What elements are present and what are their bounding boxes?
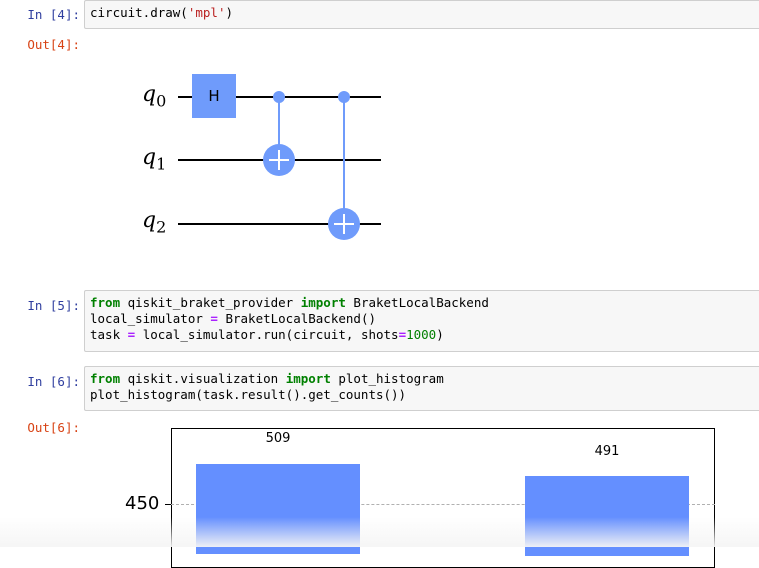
code-line: circuit.draw('mpl') <box>90 5 234 20</box>
out-prompt-6: Out[6]: <box>27 420 80 435</box>
code-line: task = local_simulator.run(circuit, shot… <box>90 327 444 342</box>
histogram-bar <box>525 476 689 556</box>
ytick-label-450: 450 <box>125 493 160 514</box>
bar-value-label: 509 <box>265 431 291 446</box>
ytick-mark-450 <box>165 504 171 505</box>
code-line: local_simulator = BraketLocalBackend() <box>90 311 376 326</box>
control-dot-2 <box>338 91 350 103</box>
in-prompt-5: In [5]: <box>27 298 80 313</box>
code-cell-4[interactable]: circuit.draw('mpl') <box>84 0 759 29</box>
cx-line-2 <box>343 96 345 224</box>
bar-value-label: 491 <box>594 444 620 459</box>
histogram-chart: 450 509 491 <box>100 420 759 568</box>
hadamard-gate: H <box>192 74 236 118</box>
code-cell-6[interactable]: from qiskit.visualization import plot_hi… <box>84 366 759 411</box>
qubit-label-1: q1 <box>142 145 167 174</box>
code-line: from qiskit.visualization import plot_hi… <box>90 371 444 386</box>
cx-target-2 <box>328 208 360 240</box>
qubit-label-2: q2 <box>142 208 167 237</box>
in-prompt-6: In [6]: <box>27 374 80 389</box>
cx-target-1 <box>263 144 295 176</box>
qubit-label-0: q0 <box>142 82 167 111</box>
out-prompt-4: Out[4]: <box>27 37 80 52</box>
code-line: from qiskit_braket_provider import Brake… <box>90 295 489 310</box>
histogram-bar <box>196 464 360 554</box>
control-dot-1 <box>273 91 285 103</box>
quantum-circuit-diagram: q0 q1 q2 H <box>120 60 420 250</box>
code-cell-5[interactable]: from qiskit_braket_provider import Brake… <box>84 290 759 352</box>
in-prompt-4: In [4]: <box>27 7 80 22</box>
code-line: plot_histogram(task.result().get_counts(… <box>90 387 407 402</box>
